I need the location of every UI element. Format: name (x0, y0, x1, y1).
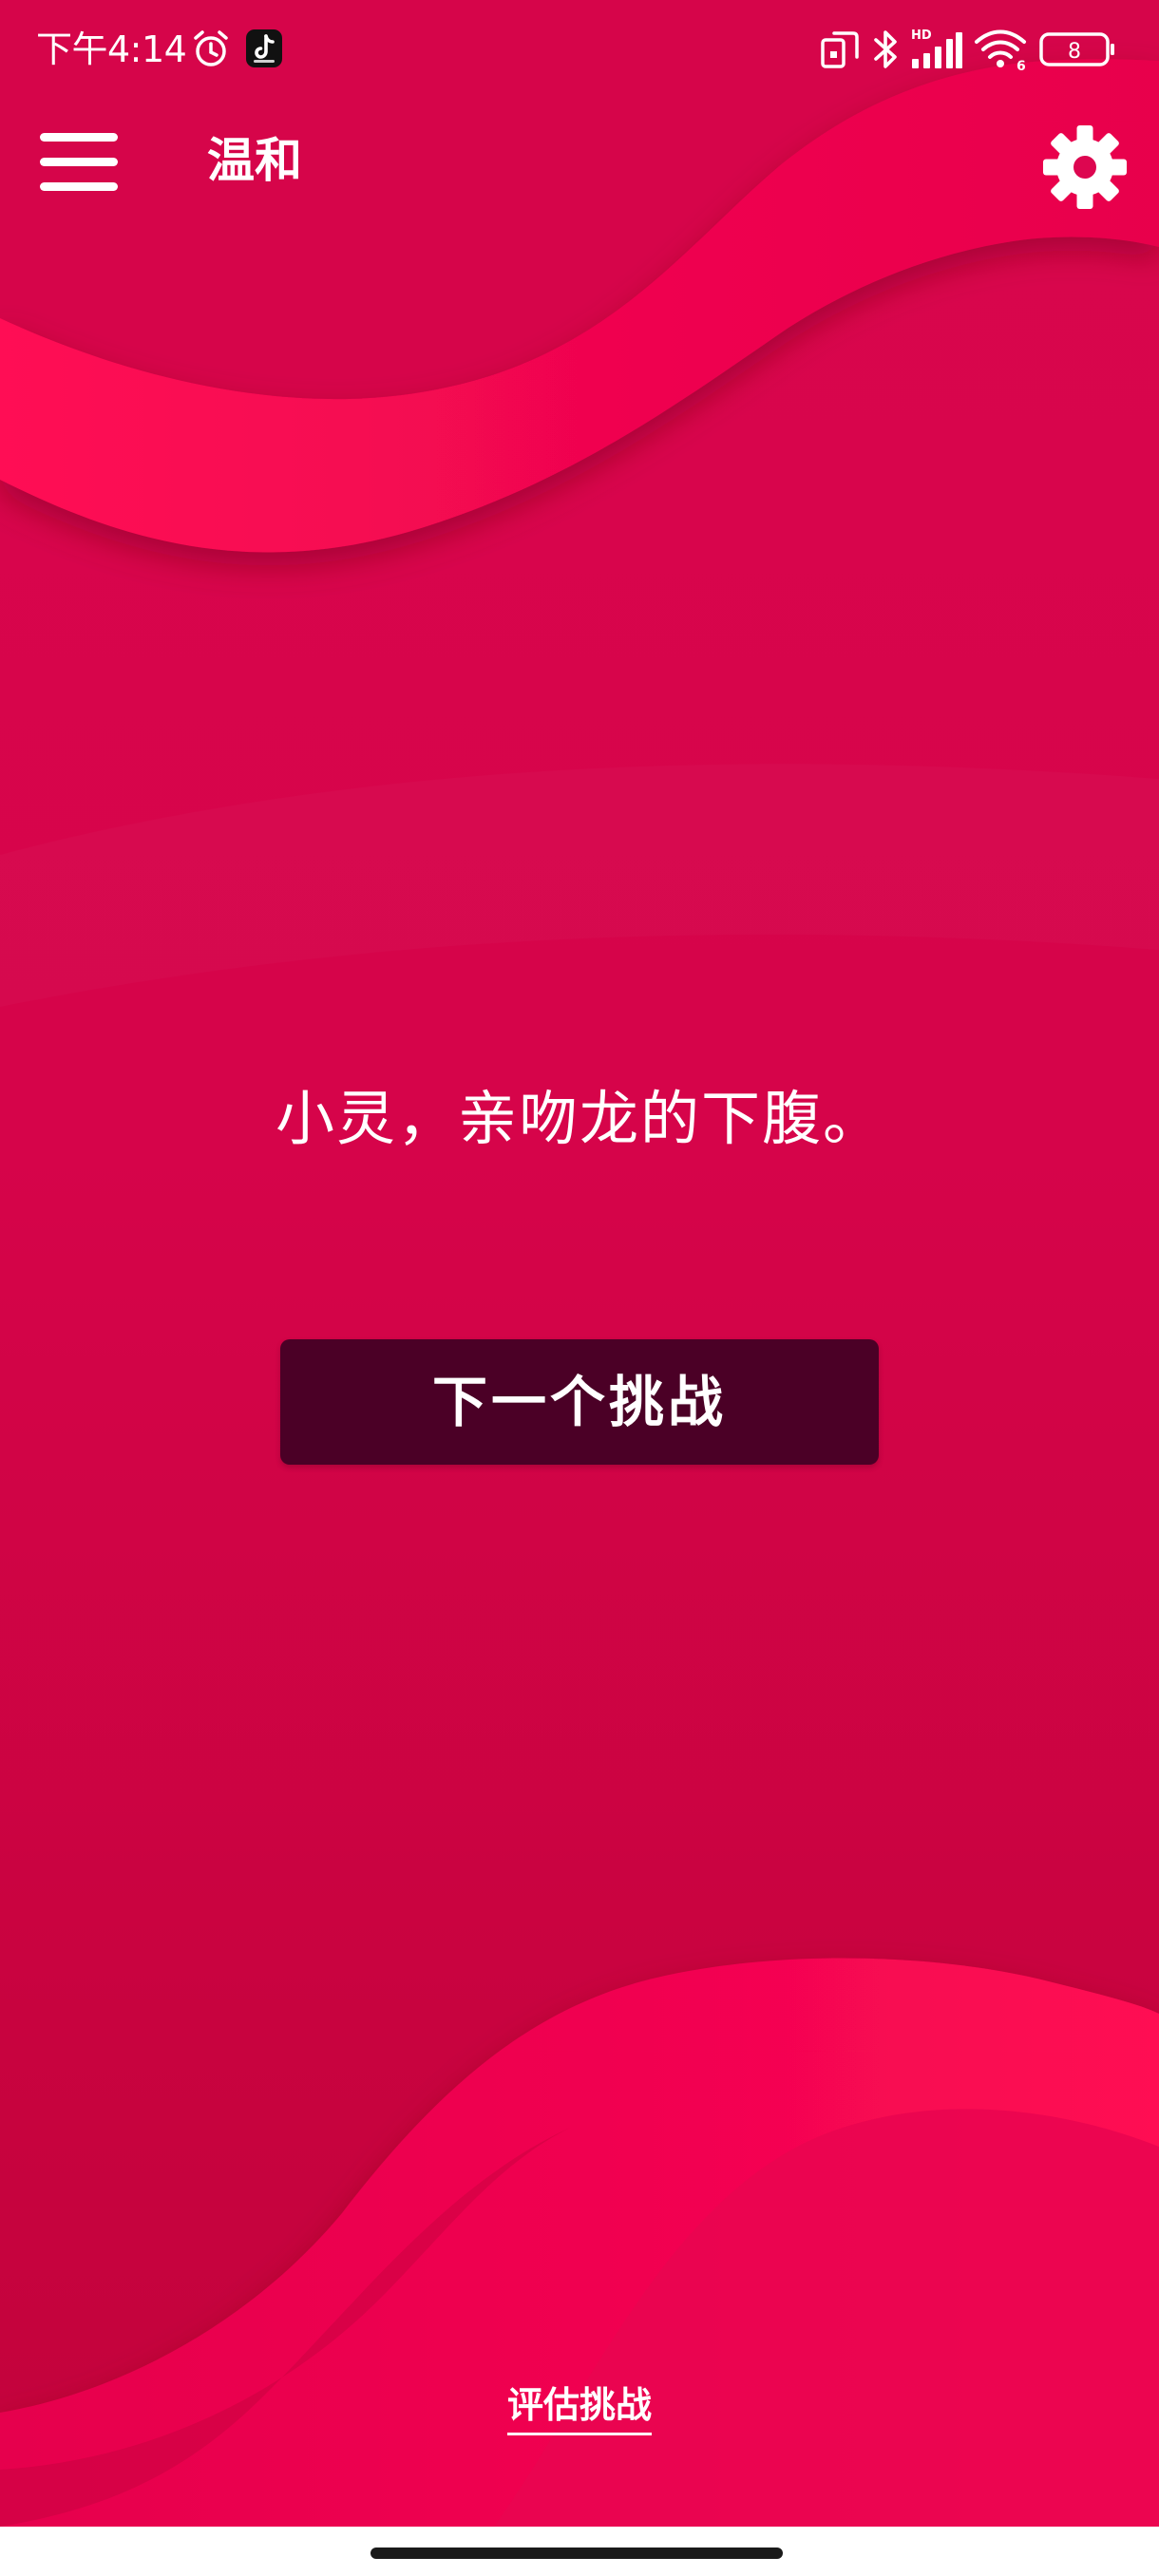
gesture-nav-bar (0, 2527, 1159, 2576)
app-screen: 下午4:14 HD 6 8 温和 小灵，亲吻龙的下腹。 下一个挑战 评估挑战 (0, 0, 1159, 2527)
nfc-icon (821, 31, 859, 68)
page-title: 温和 (207, 133, 302, 188)
battery-level: 8 (1068, 40, 1081, 64)
challenge-text: 小灵，亲吻龙的下腹。 (275, 1084, 884, 1153)
bluetooth-icon (874, 30, 897, 68)
hd-signal-icon: HD (911, 28, 962, 68)
background-waves (0, 0, 1159, 2527)
tiktok-app-icon (246, 29, 282, 67)
rate-challenge-link[interactable]: 评估挑战 (506, 2379, 652, 2435)
hamburger-menu-icon[interactable] (36, 129, 122, 194)
wifi-generation-label: 6 (1016, 59, 1026, 72)
wifi-icon: 6 (975, 29, 1026, 72)
home-indicator[interactable] (370, 2548, 783, 2559)
battery-icon: 8 (1039, 32, 1114, 66)
hd-label: HD (911, 28, 932, 43)
rate-challenge-link-wrapper: 评估挑战 (0, 2379, 1159, 2435)
next-challenge-button[interactable]: 下一个挑战 (280, 1339, 879, 1465)
status-time: 下午4:14 (36, 28, 187, 70)
alarm-icon (194, 30, 228, 66)
status-bar: 下午4:14 HD 6 8 (0, 0, 1159, 99)
gear-icon[interactable] (1041, 123, 1129, 211)
